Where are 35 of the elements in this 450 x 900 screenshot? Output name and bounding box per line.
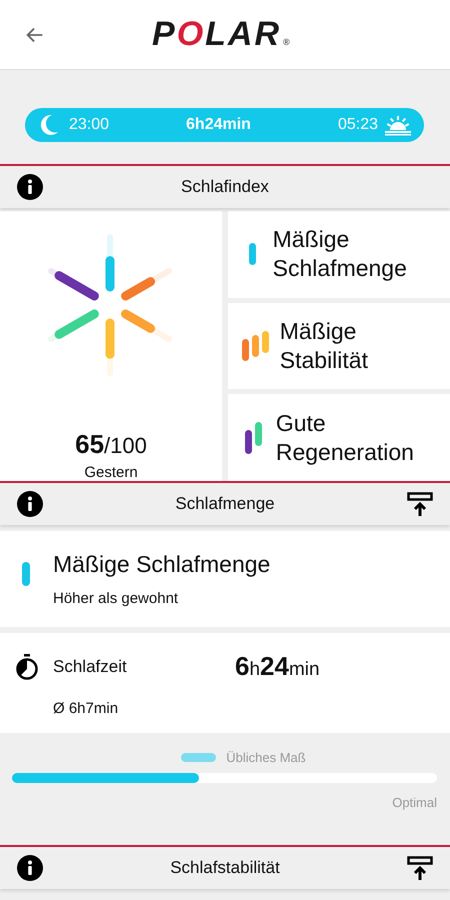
pin-to-top-icon[interactable] — [407, 491, 433, 517]
stopwatch-icon — [15, 654, 39, 680]
score-card[interactable]: Mäßige Schlafmenge — [228, 211, 450, 298]
score-label: Gute Regeneration — [276, 408, 415, 467]
sleep-time-value: 6h24min — [235, 651, 320, 682]
info-icon[interactable] — [17, 855, 43, 881]
amount-title: Mäßige Schlafmenge — [53, 551, 270, 578]
bar-icon — [248, 243, 256, 266]
bedtime: 23:00 — [69, 116, 110, 134]
time-label: Schlafzeit — [53, 656, 128, 676]
score-label: Mäßige Stabilität — [280, 317, 369, 375]
score-card[interactable]: Mäßige Stabilität — [228, 302, 450, 390]
section-title: Schlafindex — [180, 177, 270, 197]
section-title: Schlafstabilität — [169, 858, 281, 878]
legend-label: Übliches Maß — [226, 750, 306, 765]
average-time: Ø 6h7min — [53, 700, 120, 717]
info-icon[interactable] — [17, 174, 43, 200]
score-label: Mäßige Schlafmenge — [272, 225, 408, 284]
bar-icon — [21, 562, 31, 586]
pin-to-top-icon[interactable] — [407, 855, 433, 881]
moon-icon — [39, 114, 59, 136]
bar-icon — [242, 331, 270, 361]
score-date: Gestern — [84, 464, 138, 481]
scale-label: Optimal — [391, 795, 437, 810]
score-card[interactable]: Gute Regeneration — [228, 394, 450, 482]
wake-time: 05:23 — [338, 116, 378, 134]
bar-icon — [245, 422, 262, 454]
sleep-duration: 6h24min — [185, 116, 252, 134]
section-title: Schlafmenge — [174, 494, 276, 514]
legend-swatch — [181, 753, 216, 762]
info-icon[interactable] — [17, 491, 43, 517]
sleep-score: 65/100 — [75, 429, 147, 460]
logo: POLAR® — [152, 15, 292, 54]
sunrise-icon — [384, 114, 412, 136]
amount-subtitle: Höher als gewohnt — [53, 590, 180, 607]
